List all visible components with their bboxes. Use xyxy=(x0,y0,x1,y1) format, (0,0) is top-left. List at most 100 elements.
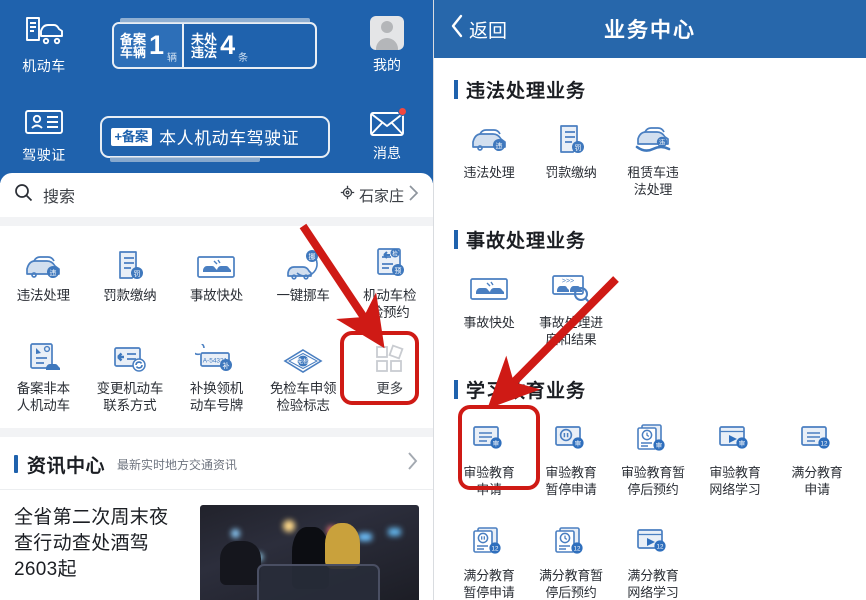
location-crosshair-icon xyxy=(340,185,355,205)
svg-text:12: 12 xyxy=(574,546,581,553)
grid-item-more[interactable]: 更多 xyxy=(346,331,433,418)
service-review-education-apply[interactable]: 审 审验教育 申请 xyxy=(448,415,530,504)
grid-item-exempt-inspection[interactable]: 免检 免检车申领 检验标志 xyxy=(260,331,347,418)
filed-vehicle-label-1: 备案 xyxy=(120,31,147,47)
messages-entry[interactable]: 消息 xyxy=(341,91,433,182)
search-bar[interactable]: 搜索 石家庄 xyxy=(0,173,433,217)
full-score-online-icon: 12 xyxy=(635,524,671,560)
tab-motor-vehicle-label: 机动车 xyxy=(22,58,66,74)
chevron-right-icon[interactable] xyxy=(406,450,419,478)
news-center-header[interactable]: 资讯中心 最新实时地方交通资讯 xyxy=(0,437,433,490)
service-full-score-online[interactable]: 12 满分教育 网络学习 xyxy=(612,518,694,600)
plate-widget[interactable]: 备案 车辆 1 辆 未处 违法 4 条 xyxy=(88,0,341,91)
full-score-resume-icon: 12 xyxy=(553,524,589,560)
screenshot-root: 机动车 备案 车辆 1 辆 未处 违法 4 条 我的 驾驶证 +备案 本人机动车… xyxy=(0,0,866,600)
hero-row-vehicle: 机动车 备案 车辆 1 辆 未处 违法 4 条 我的 xyxy=(0,0,433,91)
spacer xyxy=(0,217,433,226)
svg-text:预: 预 xyxy=(394,266,401,275)
service-review-education-pause[interactable]: 审 审验教育 暂停申请 xyxy=(530,415,612,504)
section-header: 学习教育业务 xyxy=(434,358,866,407)
review-education-online-icon: 审 xyxy=(717,421,753,457)
svg-text:挪: 挪 xyxy=(309,252,316,261)
service-fine-payment[interactable]: 罚 罚款缴纳 xyxy=(530,115,612,204)
grid-item-label: 免检车申领 检验标志 xyxy=(269,381,337,413)
service-full-score-resume[interactable]: 12 满分教育暂 停后预约 xyxy=(530,518,612,600)
service-accident-quick[interactable]: 事故快处 xyxy=(448,265,530,354)
app-home-screen: 机动车 备案 车辆 1 辆 未处 违法 4 条 我的 驾驶证 +备案 本人机动车… xyxy=(0,0,433,600)
service-review-education-resume[interactable]: 审 审验教育暂 停后预约 xyxy=(612,415,694,504)
svg-text:罚: 罚 xyxy=(575,144,582,152)
service-full-score-apply[interactable]: 12 满分教育 申请 xyxy=(776,415,858,504)
car-violation-icon: 违 xyxy=(23,243,63,281)
service-full-score-pause[interactable]: 12 满分教育 暂停申请 xyxy=(448,518,530,600)
service-review-education-online[interactable]: 审 审验教育 网络学习 xyxy=(694,415,776,504)
city-selector[interactable]: 石家庄 xyxy=(340,184,419,207)
service-label: 罚款缴纳 xyxy=(545,165,597,180)
section-header: 事故处理业务 xyxy=(434,208,866,257)
full-score-apply-icon: 12 xyxy=(799,421,835,457)
grid-item-inspection-booking[interactable]: 检 预 机动车检 验预约 xyxy=(346,238,433,325)
service-rental-car-violation[interactable]: 违 租赁车违 法处理 xyxy=(612,115,694,204)
review-education-resume-icon: 审 xyxy=(635,421,671,457)
business-center-header: 返回 业务中心 xyxy=(434,0,866,58)
section-violation-handling: 违法处理业务 违 违法处理 罚 罚款缴纳 违 租赁车违 法处理 xyxy=(434,58,866,208)
svg-text:12: 12 xyxy=(492,546,499,553)
grid-item-label: 违法处理 xyxy=(16,288,70,303)
service-violation-handling[interactable]: 违 违法处理 xyxy=(448,115,530,204)
accident-progress-icon: >>> xyxy=(549,271,593,307)
grid-item-violation-handling[interactable]: 违 违法处理 xyxy=(0,238,87,325)
chevron-right-icon xyxy=(408,184,419,207)
grid-item-move-car[interactable]: 挪 一键挪车 xyxy=(260,238,347,325)
filed-vehicle-label-2: 车辆 xyxy=(120,44,147,60)
svg-text:检: 检 xyxy=(392,250,398,258)
grid-item-replace-plate[interactable]: A-54321 补 补换领机 动车号牌 xyxy=(173,331,260,418)
svg-text:罚: 罚 xyxy=(133,270,140,278)
grid-item-change-contact[interactable]: 变更机动车 联系方式 xyxy=(87,331,174,418)
service-label: 满分教育 申请 xyxy=(791,465,843,497)
review-education-pause-icon: 审 xyxy=(553,421,589,457)
file-other-vehicle-icon xyxy=(24,336,62,374)
id-card-icon xyxy=(24,108,64,141)
accident-quick-icon xyxy=(194,243,238,281)
messages-label: 消息 xyxy=(373,145,401,161)
news-headline: 全省第二次周末夜查行动查处酒驾2603起 xyxy=(14,507,169,580)
service-label: 审验教育 申请 xyxy=(463,465,515,497)
vehicle-card-icon xyxy=(23,15,65,52)
unread-badge-dot xyxy=(398,107,407,116)
accident-quick-icon xyxy=(467,271,511,307)
news-item-text: 全省第二次周末夜查行动查处酒驾2603起 2020-03-31 xyxy=(14,505,186,600)
section-education: 学习教育业务 审 审验教育 申请 审 审验教育 暂停申请 审 审验教育暂 停后预… xyxy=(434,358,866,600)
grid-item-label: 罚款缴纳 xyxy=(103,288,157,303)
service-grid-row-2: 备案非本 人机动车 变更机动车 联系方式 A-54321 补 补换领机 动车号牌… xyxy=(0,331,433,418)
tab-driver-license[interactable]: 驾驶证 xyxy=(0,91,88,182)
accent-bar xyxy=(454,380,458,399)
search-input[interactable]: 搜索 xyxy=(14,183,340,207)
section-grid-row-2: 12 满分教育 暂停申请 12 满分教育暂 停后预约 12 满分教育 网络学习 xyxy=(434,504,866,600)
profile-entry[interactable]: 我的 xyxy=(341,0,433,91)
accent-bar xyxy=(14,455,18,473)
accent-bar xyxy=(454,80,458,99)
grid-item-file-other-vehicle[interactable]: 备案非本 人机动车 xyxy=(0,331,87,418)
grid-item-label: 备案非本 人机动车 xyxy=(16,381,70,413)
filed-vehicle-unit: 辆 xyxy=(167,53,178,64)
service-accident-progress[interactable]: >>> 事故处理进 度和结果 xyxy=(530,265,612,354)
accent-bar xyxy=(454,230,458,249)
replace-plate-icon: A-54321 补 xyxy=(195,336,237,374)
hero-banner: 机动车 备案 车辆 1 辆 未处 违法 4 条 我的 驾驶证 +备案 本人机动车… xyxy=(0,0,433,183)
city-label: 石家庄 xyxy=(358,187,404,205)
filed-vehicle-count: 1 xyxy=(149,30,165,60)
file-license-widget[interactable]: +备案 本人机动车驾驶证 xyxy=(88,91,341,182)
news-center: 资讯中心 最新实时地方交通资讯 全省第二次周末夜查行动查处酒驾2603起 xyxy=(0,437,433,600)
grid-item-fine-payment[interactable]: 罚 罚款缴纳 xyxy=(87,238,174,325)
grid-item-accident-quick[interactable]: 事故快处 xyxy=(173,238,260,325)
tab-motor-vehicle[interactable]: 机动车 xyxy=(0,0,88,91)
svg-text:审: 审 xyxy=(493,439,499,448)
grid-item-label: 事故快处 xyxy=(189,288,244,303)
svg-text:违: 违 xyxy=(659,139,665,147)
service-label: 审验教育 网络学习 xyxy=(709,465,761,497)
envelope-icon xyxy=(369,112,405,141)
grid-item-label: 一键挪车 xyxy=(276,288,330,303)
news-item[interactable]: 全省第二次周末夜查行动查处酒驾2603起 2020-03-31 xyxy=(0,490,433,600)
page-title: 业务中心 xyxy=(604,19,696,42)
svg-text:免检: 免检 xyxy=(297,358,309,366)
